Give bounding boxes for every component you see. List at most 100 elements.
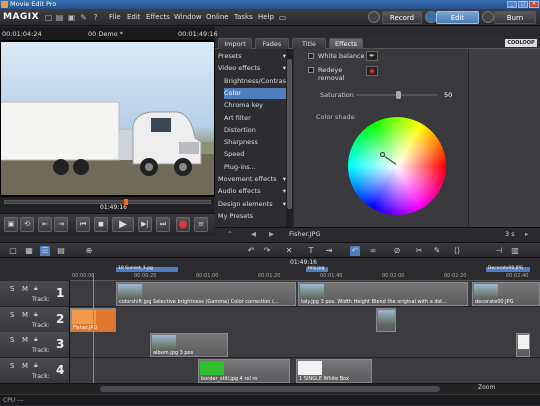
mute-button[interactable]: M [22, 285, 28, 293]
close-button[interactable]: ✕ [529, 1, 539, 8]
undo-icon[interactable]: ↶ [246, 246, 256, 256]
tab-effects[interactable]: Effects [329, 38, 363, 49]
record-icon[interactable]: ● [176, 217, 190, 232]
marker-next-button[interactable]: ⇥ [54, 217, 68, 232]
timeline-view-icon[interactable]: ☰ [40, 246, 50, 256]
timeline-ruler[interactable]: 01:49:16 10 Sunset_1.pg taly.jpg Decorat… [70, 258, 540, 281]
effect-item[interactable]: Movement effects ▾ [218, 174, 288, 185]
track-lane[interactable]: border_still.jpg 4 rel ro 1 SINGLE White … [70, 357, 540, 384]
back-icon[interactable]: ◀ [251, 228, 256, 241]
marker-flag[interactable]: taly.jpg [306, 266, 328, 272]
solo-button[interactable]: S [10, 311, 14, 319]
track-lane[interactable]: Fisher.JPG [70, 306, 540, 333]
timeline-clip[interactable]: album.jpg 3 pos [150, 333, 228, 357]
menu-window[interactable]: Window [174, 13, 202, 21]
color-wheel[interactable] [348, 117, 446, 215]
saturation-handle[interactable] [396, 91, 401, 99]
timeline-clip[interactable]: border_still.jpg 4 rel ro [198, 358, 290, 383]
menu-help[interactable]: Help [258, 13, 274, 21]
storyboard-view-icon[interactable]: ▢ [8, 246, 18, 256]
link-icon[interactable]: ⊘ [392, 246, 402, 256]
solo-button[interactable]: S [10, 285, 14, 293]
loop-button[interactable]: ⟲ [20, 217, 34, 232]
magic-icon[interactable]: ✎ [432, 246, 442, 256]
effect-item[interactable]: Speed [224, 149, 288, 160]
cut-icon[interactable]: ⇥ [324, 246, 334, 256]
lock-icon[interactable]: 🔒︎ [34, 361, 38, 370]
eyedropper-icon[interactable]: ✒ [366, 51, 378, 61]
new-icon[interactable]: □ [44, 13, 53, 22]
effect-item[interactable]: Color [224, 87, 288, 99]
effect-item[interactable]: Video effects ▾ [218, 63, 288, 74]
settings-icon[interactable]: ✎ [79, 13, 88, 22]
timeline-clip[interactable]: taly.jpg 3 pos. Width Height Blend the o… [298, 282, 468, 306]
effect-item[interactable]: Plug-ins... [224, 162, 288, 173]
mute-button[interactable]: M [22, 336, 28, 344]
effect-item[interactable]: Presets ▾ [218, 51, 288, 62]
timeline-clip[interactable] [516, 333, 530, 357]
preview-scrubber[interactable]: 01:49:16 [0, 196, 215, 213]
marker-flag[interactable]: 10 Sunset_1.pg [116, 266, 178, 272]
monitor-icon[interactable]: ▭ [278, 13, 287, 22]
timeline-clip[interactable]: decorate00.JPG [472, 282, 540, 306]
effect-item[interactable]: My Presets [218, 211, 288, 222]
timeline-scrollbar[interactable]: Zoom [0, 383, 540, 394]
lock-icon[interactable]: 🔒︎ [34, 284, 38, 293]
scrubber-handle[interactable] [124, 199, 128, 205]
mode-icon[interactable]: ↶ [350, 246, 360, 256]
tab-import[interactable]: Import [218, 38, 252, 49]
video-preview[interactable] [0, 41, 215, 196]
solo-button[interactable]: S [10, 362, 14, 370]
redo-icon[interactable]: ↷ [262, 246, 272, 256]
delete-icon[interactable]: ✕ [284, 246, 294, 256]
timeline-clip[interactable]: 1 SINGLE White Box [296, 358, 372, 383]
effect-item[interactable]: Chroma key [224, 100, 288, 111]
tab-fades[interactable]: Fades [255, 38, 289, 49]
effect-item[interactable]: Distortion [224, 125, 288, 136]
fullscreen-button[interactable]: ▣ [4, 217, 18, 232]
menu-file[interactable]: File [109, 13, 121, 21]
white-balance-checkbox[interactable] [308, 53, 314, 59]
redeye-icon[interactable]: ◉ [366, 66, 378, 76]
list-view-icon[interactable]: ▤ [56, 246, 66, 256]
forward-icon[interactable]: ▶ [269, 228, 274, 241]
effect-item[interactable]: Audio effects ▾ [218, 186, 288, 197]
effect-item[interactable]: Design elements ▾ [218, 199, 288, 210]
mute-button[interactable]: M [22, 311, 28, 319]
mute-button[interactable]: M [22, 362, 28, 370]
redeye-checkbox[interactable] [308, 67, 314, 73]
scene-overview-icon[interactable]: ▦ [24, 246, 34, 256]
timeline-clip[interactable] [376, 307, 396, 332]
minimize-button[interactable]: _ [507, 1, 517, 8]
zoom-label[interactable]: Zoom [478, 384, 495, 391]
marker-prev-button[interactable]: ⇤ [38, 217, 52, 232]
prev-button[interactable]: ⏮ [76, 217, 90, 232]
effect-item[interactable]: Brightness/Contrast [224, 76, 288, 87]
playhead[interactable] [93, 273, 94, 383]
title-icon[interactable]: T [306, 246, 316, 256]
next-button[interactable]: ⏭ [156, 217, 170, 232]
split-icon[interactable]: ⊣ [494, 246, 504, 256]
effect-item[interactable]: Sharpness [224, 137, 288, 148]
stop-button[interactable]: ◼ [94, 217, 108, 232]
menu-icon[interactable]: ≡ [194, 217, 208, 232]
menu-online[interactable]: Online [206, 13, 229, 21]
globe-icon[interactable]: ⊕ [84, 246, 94, 256]
play-button[interactable]: ▶ [112, 217, 134, 232]
burn-button[interactable]: Burn [494, 11, 536, 24]
saturation-slider[interactable] [356, 91, 438, 99]
burn-mode-icon[interactable] [482, 11, 494, 23]
timeline-scroll-thumb[interactable] [100, 386, 440, 392]
duration-arrow-icon[interactable]: ▸ [525, 228, 528, 241]
track-header[interactable]: S M 🔒︎ Track: 1 [0, 281, 70, 307]
lock-icon[interactable]: 🔒︎ [34, 335, 38, 344]
mixer-icon[interactable]: ▥ [510, 246, 520, 256]
tab-title[interactable]: Title [292, 38, 326, 49]
track-header[interactable]: S M 🔒︎ Track: 4 [0, 357, 70, 384]
more-icon[interactable]: ⟨⟩ [452, 246, 462, 256]
solo-button[interactable]: S [10, 336, 14, 344]
group-icon[interactable]: ∞ [368, 246, 378, 256]
edit-button[interactable]: Edit [436, 11, 479, 24]
up-icon[interactable]: ⌃ [227, 228, 232, 241]
track-lane[interactable]: album.jpg 3 pos [70, 332, 540, 358]
